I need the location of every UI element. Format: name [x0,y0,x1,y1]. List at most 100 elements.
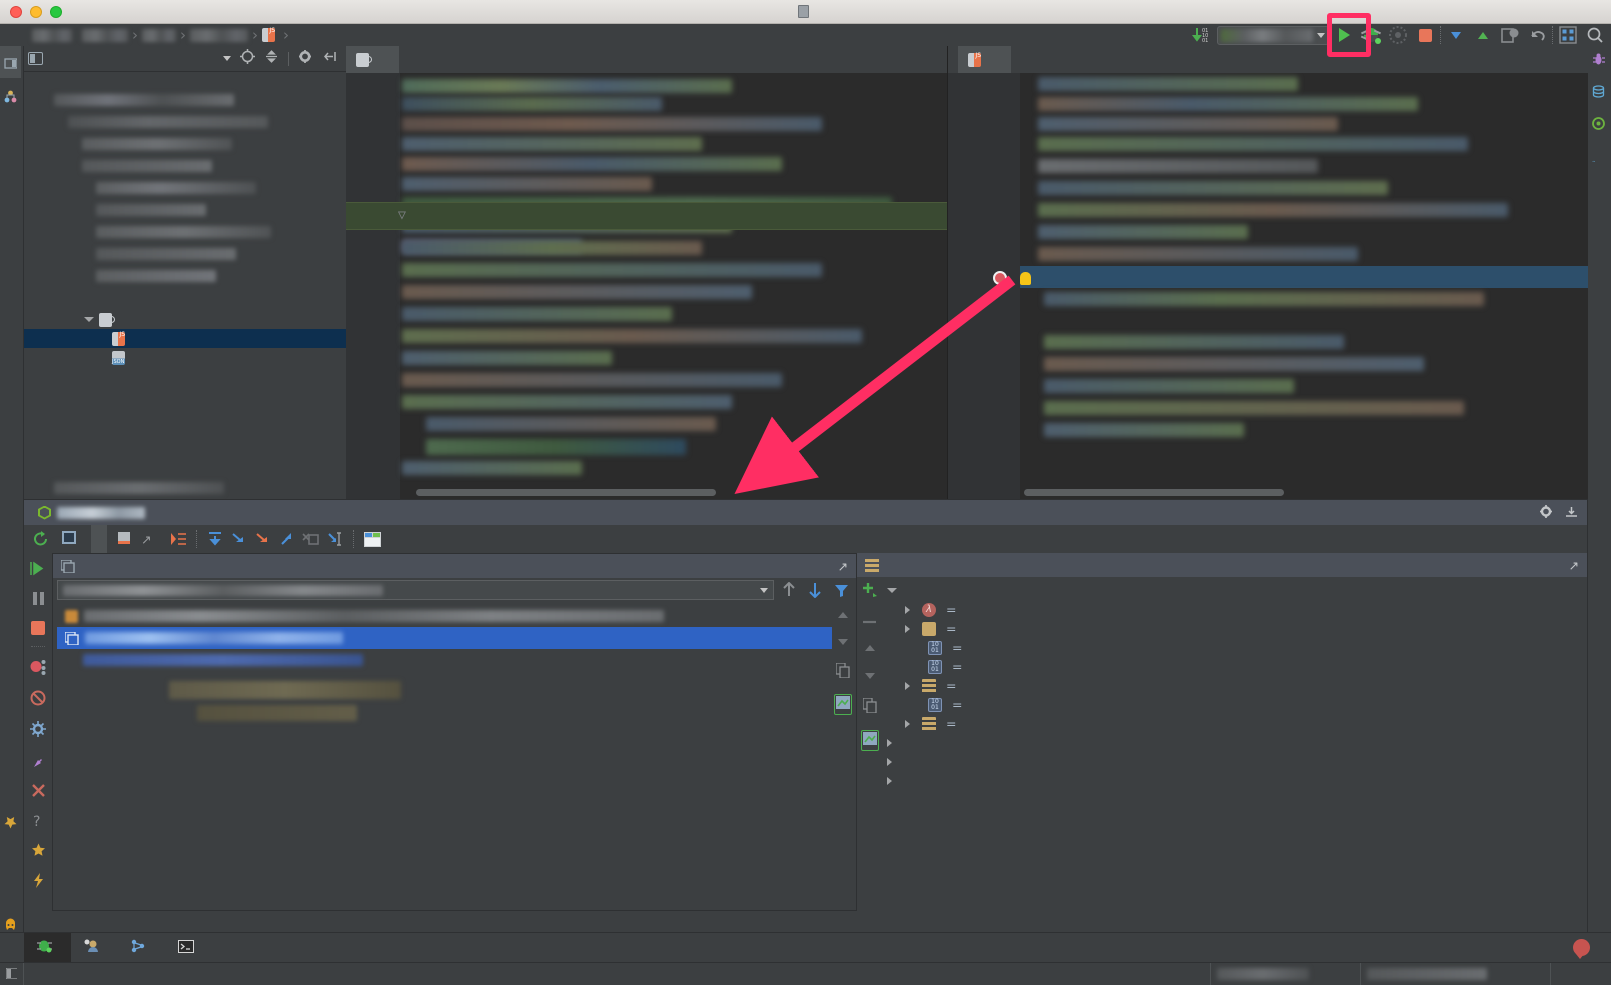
chevron-right-icon[interactable] [905,605,910,614]
inspect-icon[interactable] [861,730,879,751]
run-to-cursor-icon[interactable] [324,528,346,550]
variable-row-this[interactable]: = [883,714,1587,733]
view-breakpoints-icon[interactable] [30,658,47,679]
up-icon[interactable] [836,609,850,624]
tree-row-blurred[interactable] [54,94,234,106]
down-icon[interactable] [836,636,850,651]
up-icon[interactable] [863,642,877,657]
settings-icon[interactable] [1539,504,1554,522]
tree-row-blurred[interactable] [68,116,268,128]
vcs-commit-button[interactable] [1471,23,1495,47]
undo-button[interactable] [1525,23,1549,47]
stop-button[interactable] [1413,23,1437,47]
variable-row-global[interactable] [883,771,1587,790]
status-tab-version-control[interactable] [118,933,165,963]
status-tab-debug[interactable] [24,932,71,963]
left-tool-window-strip[interactable] [0,46,24,940]
editor-horizontal-scrollbar-left[interactable] [416,489,716,496]
gear-icon[interactable] [298,49,313,68]
favorites-icon[interactable] [31,843,46,862]
variable-row-local[interactable] [883,581,1587,600]
tree-row-blurred[interactable] [54,482,224,494]
breadcrumb-item-blurred-1[interactable] [32,28,72,42]
pin-icon[interactable] [30,752,46,772]
hide-icon[interactable] [322,49,337,68]
code-line-88[interactable]: ▽ [346,204,947,226]
tab-scripts[interactable]: ↗ [109,525,159,553]
thread-selector-row[interactable] [53,578,856,602]
breadcrumb-item-blurred-3[interactable] [142,28,176,42]
tool-window-tab-bar[interactable] [0,932,1611,963]
tree-row-product-js-map[interactable] [24,348,346,367]
sidebar-item-project[interactable] [0,46,21,78]
vcs-history-button[interactable] [1498,23,1522,47]
editor-tab-product-coffee[interactable] [346,46,399,73]
variable-row-closure-1[interactable] [883,733,1587,752]
breadcrumb[interactable]: › › › › [2,26,293,44]
resume-program-icon[interactable] [29,561,47,580]
variable-row-callback[interactable]: λ = [883,600,1587,619]
chevron-right-icon[interactable] [887,776,892,785]
pin-tab-icon[interactable]: ↗ [141,532,151,547]
step-over-icon[interactable] [204,528,226,550]
vcs-update-button[interactable] [1444,23,1468,47]
tree-row-blurred[interactable] [96,270,216,282]
settings-button[interactable] [1556,23,1580,47]
add-to-watches-icon[interactable] [862,582,878,601]
intention-bulb-icon[interactable] [1012,271,1038,285]
code-line-110[interactable] [948,267,1588,289]
tab-debugger[interactable] [91,525,107,553]
tree-row-product-coffee[interactable] [24,310,346,329]
editor-right-pane[interactable] [947,46,1588,499]
tab-console[interactable] [54,525,89,553]
tree-row-blurred[interactable] [96,248,236,260]
chevron-down-icon[interactable] [760,587,768,593]
status-tab-todo[interactable] [71,933,118,963]
force-step-into-icon[interactable] [252,528,274,550]
chevron-down-icon[interactable] [1317,32,1325,38]
hide-icon[interactable] [1564,504,1579,522]
inspect-icon[interactable] [834,694,852,715]
code-line-112[interactable] [948,311,988,333]
copy-icon[interactable] [835,662,850,682]
locate-icon[interactable] [240,49,255,68]
tree-row-blurred[interactable] [82,138,232,150]
chevron-right-icon[interactable] [887,757,892,766]
sidebar-item-maven-projects[interactable]: m [1585,142,1609,174]
chevron-right-icon[interactable] [905,681,910,690]
tree-row-product-js[interactable] [24,329,346,348]
frame-row[interactable] [57,649,852,671]
debug-action-strip[interactable]: ? [24,553,52,911]
step-out-icon[interactable] [276,528,298,550]
frames-side-actions[interactable] [832,605,854,715]
move-down-icon[interactable] [804,579,826,601]
variables-tree[interactable]: λ = = 10 01 = 10 01 = = 10 01 = = [883,579,1587,911]
editor-right-body[interactable] [948,73,1588,499]
down-icon[interactable] [863,670,877,685]
variable-row-util[interactable]: = [883,676,1587,695]
move-up-icon[interactable] [778,579,800,601]
stop-icon[interactable] [31,621,45,635]
breadcrumb-item-blurred-2[interactable] [82,28,128,42]
project-tool-window[interactable] [24,46,346,499]
chevron-right-icon[interactable] [887,738,892,747]
frames-list[interactable] [57,605,852,908]
sidebar-item-gradle[interactable] [1588,110,1609,142]
remove-icon[interactable] [862,614,878,629]
project-tree[interactable] [24,72,346,499]
variables-panel[interactable]: ↗ λ = = 10 01 = 10 01 = = 10 01 = = [857,553,1587,911]
breadcrumb-item-blurred-4[interactable] [190,28,248,42]
right-tool-window-strip[interactable]: m [1585,46,1611,940]
editor-tab-bar-left[interactable] [346,46,947,73]
debug-tool-window[interactable]: ↗ ? ↗ ↗ λ = = 10 01 = 10 01 = = 10 01 = … [24,499,1587,911]
debug-tab-bar[interactable]: ↗ [24,525,1587,553]
debug-window-header-actions[interactable] [1539,504,1579,522]
show-execution-point-icon[interactable] [167,528,189,550]
drop-frame-icon[interactable] [300,528,322,550]
chevron-right-icon[interactable] [905,719,910,728]
frames-panel[interactable]: ↗ [52,553,857,911]
status-tab-terminal[interactable] [165,933,213,963]
help-icon[interactable]: ? [31,813,46,832]
lightning-icon[interactable] [31,873,46,892]
variable-row-closure-2[interactable] [883,752,1587,771]
